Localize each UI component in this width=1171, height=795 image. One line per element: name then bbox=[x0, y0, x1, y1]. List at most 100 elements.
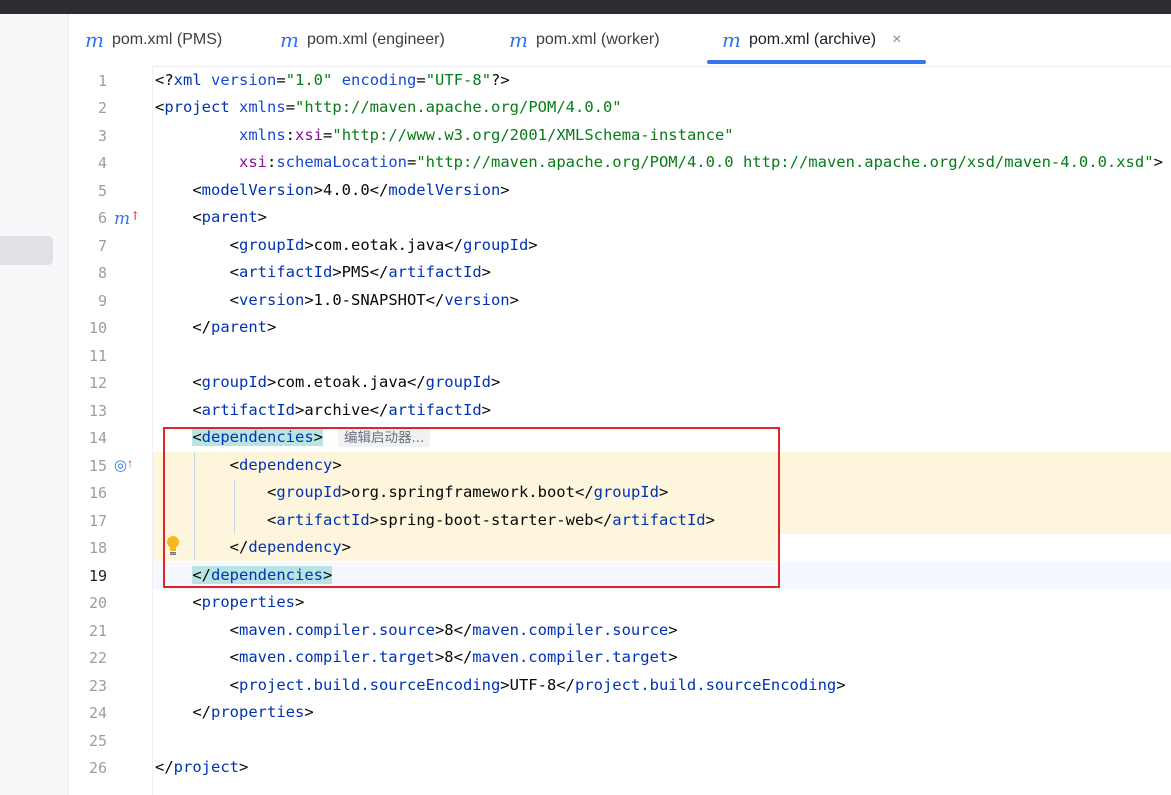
highlight-band bbox=[780, 452, 1171, 534]
code-token: = bbox=[407, 153, 417, 171]
arrow-up-icon: ↑ bbox=[127, 456, 134, 470]
code-token: > bbox=[267, 318, 277, 336]
line-number: 5 bbox=[97, 182, 107, 200]
code-token: artifactId bbox=[239, 263, 333, 281]
code-token: project.build.sourceEncoding bbox=[239, 676, 501, 694]
code-token: schemaLocation bbox=[276, 153, 407, 171]
code-token: >4.0.0</ bbox=[313, 181, 389, 199]
code-token: >com.etoak.java</ bbox=[267, 373, 426, 391]
code-token: modelVersion bbox=[388, 181, 501, 199]
code-token: ?> bbox=[491, 71, 510, 89]
code-token: project bbox=[164, 98, 230, 116]
dependency-gutter-icon[interactable]: ◎↑ bbox=[114, 456, 133, 474]
tab-pom-pms[interactable]: m pom.xml (PMS) bbox=[85, 14, 222, 66]
maven-icon: m bbox=[722, 28, 741, 52]
code-token: xml bbox=[173, 71, 202, 89]
code-token: maven.compiler.source bbox=[472, 621, 669, 639]
line-number: 21 bbox=[88, 622, 107, 640]
code-token: "UTF-8" bbox=[425, 71, 492, 89]
line-number: 3 bbox=[97, 127, 107, 145]
code-line-13[interactable]: <artifactId>archive</artifactId> bbox=[155, 397, 491, 424]
code-token: : bbox=[285, 126, 296, 144]
tab-label: pom.xml (worker) bbox=[535, 31, 660, 48]
code-token: > bbox=[490, 373, 501, 391]
code-token: < bbox=[155, 621, 239, 639]
code-token: = bbox=[323, 126, 333, 144]
line-number: 14 bbox=[88, 429, 107, 447]
sidebar-selected-item[interactable] bbox=[0, 236, 53, 265]
code-token: >archive</ bbox=[295, 401, 389, 419]
code-token: < bbox=[155, 648, 239, 666]
code-token: < bbox=[155, 98, 165, 116]
target-icon: ◎ bbox=[114, 457, 128, 474]
code-line-2[interactable]: <project xmlns="http://maven.apache.org/… bbox=[155, 94, 622, 121]
tab-pom-worker[interactable]: m pom.xml (worker) bbox=[509, 14, 660, 66]
code-token: > bbox=[668, 621, 678, 639]
code-line-24[interactable]: </properties> bbox=[155, 699, 314, 726]
code-line-5[interactable]: <modelVersion>4.0.0</modelVersion> bbox=[155, 177, 509, 204]
code-token: artifactId bbox=[201, 401, 295, 419]
code-line-8[interactable]: <artifactId>PMS</artifactId> bbox=[155, 259, 491, 286]
code-line-1[interactable]: <?xml version="1.0" encoding="UTF-8"?> bbox=[155, 67, 510, 94]
line-number: 7 bbox=[97, 237, 107, 255]
code-token: <? bbox=[155, 71, 174, 89]
code-token: maven.compiler.source bbox=[239, 621, 435, 639]
code-token: >1.0-SNAPSHOT</ bbox=[304, 291, 445, 309]
code-line-9[interactable]: <version>1.0-SNAPSHOT</version> bbox=[155, 287, 519, 314]
code-line-23[interactable]: <project.build.sourceEncoding>UTF-8</pro… bbox=[155, 672, 846, 699]
code-line-4[interactable]: xsi:schemaLocation="http://maven.apache.… bbox=[155, 149, 1163, 176]
code-token: = bbox=[276, 71, 286, 89]
annotation-highlight-box bbox=[163, 427, 780, 588]
code-token: < bbox=[155, 236, 239, 254]
code-line-7[interactable]: <groupId>com.eotak.java</groupId> bbox=[155, 232, 538, 259]
maven-parent-icon[interactable]: m↑ bbox=[114, 209, 140, 229]
line-number: 26 bbox=[88, 759, 107, 777]
code-token: > bbox=[668, 648, 678, 666]
code-token: > bbox=[295, 593, 305, 611]
code-line-6[interactable]: <parent> bbox=[155, 204, 267, 231]
code-token: </ bbox=[155, 703, 211, 721]
line-number: 16 bbox=[88, 484, 107, 502]
code-line-10[interactable]: </parent> bbox=[155, 314, 276, 341]
code-token: < bbox=[155, 373, 202, 391]
code-line-26[interactable]: </project> bbox=[155, 754, 248, 781]
code-token: < bbox=[155, 208, 202, 226]
tab-label: pom.xml (archive) bbox=[748, 31, 877, 48]
maven-icon: m bbox=[509, 28, 528, 52]
code-token: xsi bbox=[295, 126, 324, 144]
code-token: > bbox=[481, 263, 491, 281]
tab-pom-engineer[interactable]: m pom.xml (engineer) bbox=[280, 14, 445, 66]
code-line-22[interactable]: <maven.compiler.target>8</maven.compiler… bbox=[155, 644, 678, 671]
code-token: < bbox=[155, 291, 239, 309]
code-token: encoding bbox=[341, 71, 417, 89]
line-number: 2 bbox=[97, 99, 107, 117]
line-number: 15 bbox=[88, 457, 107, 475]
code-token: properties bbox=[201, 593, 295, 611]
code-token: version bbox=[211, 71, 277, 89]
code-line-21[interactable]: <maven.compiler.source>8</maven.compiler… bbox=[155, 617, 678, 644]
code-line-20[interactable]: <properties> bbox=[155, 589, 304, 616]
line-number: 12 bbox=[88, 374, 107, 392]
code-token: maven.compiler.target bbox=[239, 648, 435, 666]
close-icon[interactable]: × bbox=[892, 31, 901, 49]
code-token: groupId bbox=[462, 236, 529, 254]
line-number: 23 bbox=[88, 677, 107, 695]
code-token: </ bbox=[155, 758, 174, 776]
left-sidebar bbox=[0, 14, 69, 795]
code-line-3[interactable]: xmlns:xsi="http://www.w3.org/2001/XMLSch… bbox=[155, 122, 734, 149]
code-token: version bbox=[239, 291, 305, 309]
line-number: 20 bbox=[88, 594, 107, 612]
code-line-12[interactable]: <groupId>com.etoak.java</groupId> bbox=[155, 369, 500, 396]
line-number: 24 bbox=[88, 704, 107, 722]
code-token: parent bbox=[211, 318, 267, 336]
code-token: </ bbox=[155, 318, 211, 336]
code-token: > bbox=[304, 703, 314, 721]
line-number: 10 bbox=[88, 319, 107, 337]
code-token: groupId bbox=[239, 236, 305, 254]
code-token: xmlns bbox=[239, 126, 286, 144]
tab-pom-archive[interactable]: m pom.xml (archive) × bbox=[722, 14, 901, 66]
code-token: < bbox=[155, 263, 239, 281]
